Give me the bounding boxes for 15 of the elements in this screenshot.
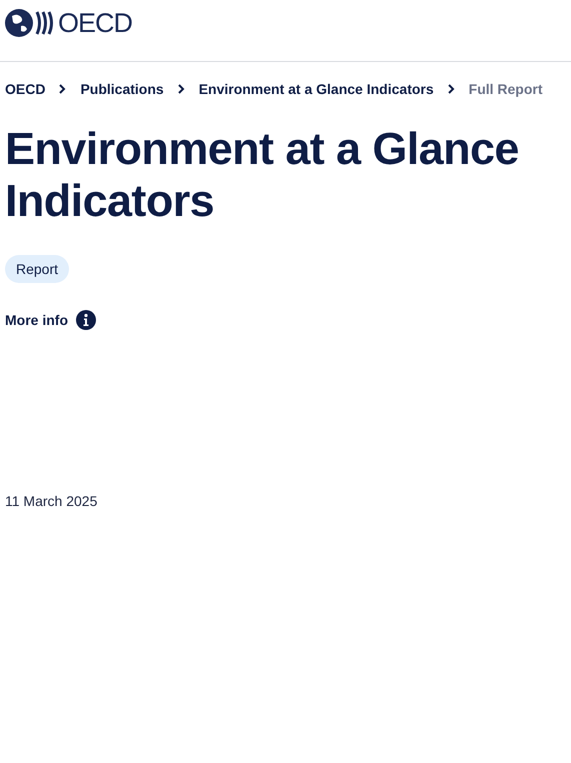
info-icon[interactable] [76, 310, 96, 330]
logo-text: OECD [58, 8, 132, 38]
chevron-icon [178, 84, 185, 94]
chevron-icon [448, 84, 455, 94]
more-info-label: More info [5, 312, 68, 328]
breadcrumb-link[interactable]: Environment at a Glance Indicators [198, 81, 434, 97]
breadcrumb-link[interactable]: Full Report [468, 81, 543, 97]
chevron-icon [59, 84, 66, 94]
logo[interactable]: OECD [4, 6, 132, 40]
breadcrumb-link[interactable]: Publications [80, 81, 164, 97]
publication-date: 11 March 2025 [5, 493, 98, 509]
page-title: Environment at a Glance Indicators [5, 123, 520, 227]
globe-icon [4, 6, 56, 40]
report-tag: Report [5, 255, 70, 283]
breadcrumb-link[interactable]: OECD [5, 81, 46, 97]
